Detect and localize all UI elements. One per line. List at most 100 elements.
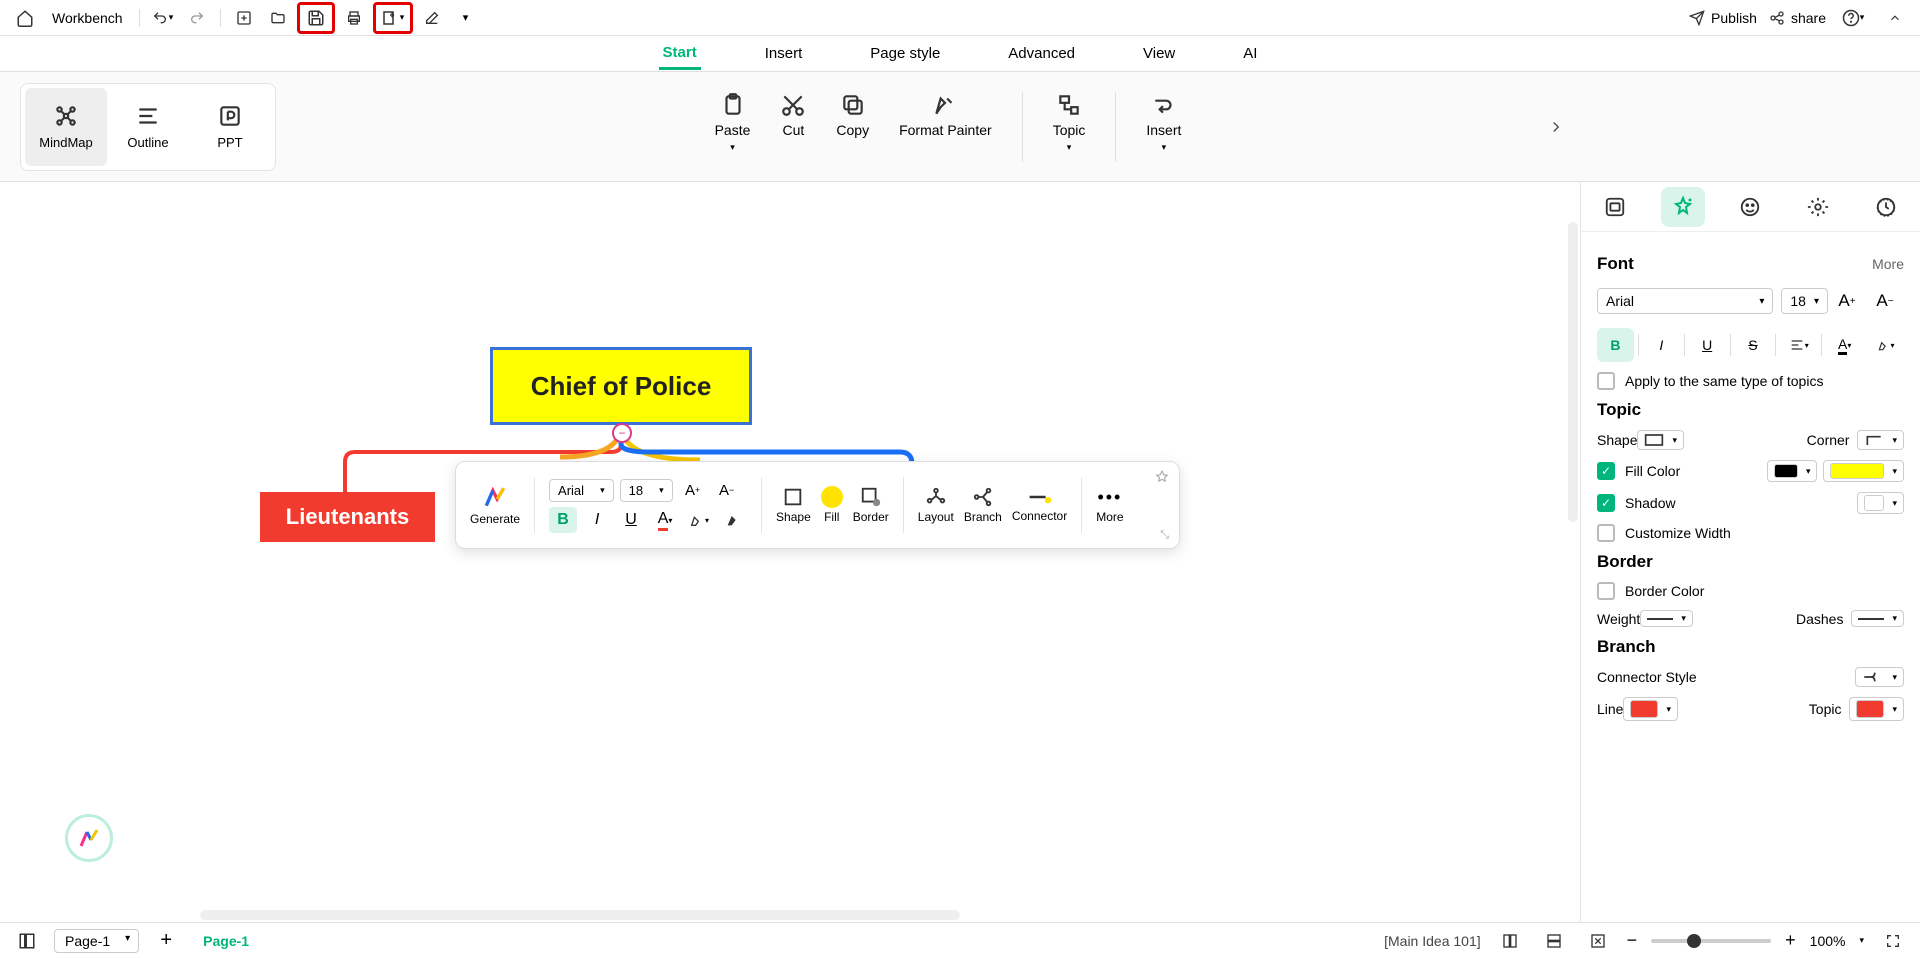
float-font-color[interactable]: A▾ xyxy=(651,507,679,533)
workbench-label[interactable]: Workbench xyxy=(52,10,123,26)
float-font-select[interactable]: Arial▾ xyxy=(549,479,614,502)
menu-ai[interactable]: AI xyxy=(1239,39,1261,68)
font-more-link[interactable]: More xyxy=(1872,256,1904,272)
menu-page-style[interactable]: Page style xyxy=(866,39,944,68)
font-size-select[interactable]: 18▾ xyxy=(1781,288,1828,314)
increase-font[interactable]: A+ xyxy=(1828,284,1866,318)
node-lieutenants[interactable]: Lieutenants xyxy=(260,492,435,542)
fit-view[interactable] xyxy=(1583,928,1613,954)
decrease-font[interactable]: A− xyxy=(1866,284,1904,318)
new-button[interactable] xyxy=(229,5,259,31)
float-size-select[interactable]: 18▾ xyxy=(620,479,673,502)
float-highlight[interactable]: ▾ xyxy=(685,507,713,533)
pin-icon[interactable] xyxy=(1155,470,1169,484)
cut-button[interactable]: Cut xyxy=(780,92,806,162)
scrollbar-horizontal[interactable] xyxy=(200,910,960,920)
strikethrough-button[interactable]: S xyxy=(1735,328,1772,362)
print-button[interactable] xyxy=(339,5,369,31)
italic-button[interactable]: I xyxy=(1643,328,1680,362)
tab-settings[interactable] xyxy=(1796,187,1840,227)
view-outline[interactable]: Outline xyxy=(107,88,189,166)
line-color-select[interactable]: ▾ xyxy=(1623,697,1678,721)
add-page-button[interactable]: + xyxy=(151,928,181,954)
tab-history[interactable] xyxy=(1864,187,1908,227)
border-color-checkbox[interactable] xyxy=(1597,582,1615,600)
float-shape[interactable]: Shape xyxy=(776,486,811,524)
float-branch[interactable]: Branch xyxy=(964,486,1002,524)
canvas[interactable]: Chief of Police − Lieutenants Generate A… xyxy=(0,182,1580,922)
font-color-button[interactable]: A▾ xyxy=(1826,328,1863,362)
float-underline[interactable]: U xyxy=(617,507,645,533)
zoom-level[interactable]: 100% xyxy=(1810,933,1846,949)
float-clear-format[interactable] xyxy=(719,507,747,533)
publish-button[interactable]: Publish xyxy=(1689,10,1757,26)
dashes-select[interactable]: ▾ xyxy=(1851,610,1904,627)
view-ppt[interactable]: PPT xyxy=(189,88,271,166)
font-family-select[interactable]: Arial▾ xyxy=(1597,288,1773,314)
tab-ai-style[interactable] xyxy=(1661,187,1705,227)
fill-color-checkbox[interactable]: ✓ xyxy=(1597,462,1615,480)
shape-select[interactable]: ▾ xyxy=(1637,430,1684,450)
resize-handle[interactable]: ⤡ xyxy=(1160,529,1169,542)
custom-width-checkbox[interactable] xyxy=(1597,524,1615,542)
topic-button[interactable]: Topic ▾ xyxy=(1053,92,1086,162)
float-connector[interactable]: Connector xyxy=(1012,487,1067,523)
zoom-in[interactable]: + xyxy=(1785,930,1796,951)
highlight-button[interactable]: ▾ xyxy=(1867,328,1904,362)
fill-preset-select[interactable]: ▾ xyxy=(1767,460,1818,482)
shadow-color-select[interactable]: ▾ xyxy=(1857,492,1904,514)
connector-style-select[interactable]: ▾ xyxy=(1855,667,1904,687)
page-select[interactable]: Page-1▾ xyxy=(54,929,139,953)
scrollbar-vertical[interactable] xyxy=(1568,222,1578,522)
pages-panel-button[interactable] xyxy=(12,928,42,954)
more-dropdown[interactable]: ▾ xyxy=(451,5,481,31)
align-button[interactable]: ▾ xyxy=(1780,328,1817,362)
edit-button[interactable] xyxy=(417,5,447,31)
export-button[interactable]: ▾ xyxy=(373,2,413,34)
redo-button[interactable] xyxy=(182,5,212,31)
node-root[interactable]: Chief of Police xyxy=(490,347,752,425)
home-icon[interactable] xyxy=(10,5,40,31)
zoom-out[interactable]: − xyxy=(1627,930,1638,951)
tab-style[interactable] xyxy=(1593,187,1637,227)
share-button[interactable]: share xyxy=(1769,10,1826,26)
save-button[interactable] xyxy=(297,2,335,34)
generate-button[interactable]: Generate xyxy=(470,484,520,526)
format-painter-button[interactable]: Format Painter xyxy=(899,92,992,162)
open-button[interactable] xyxy=(263,5,293,31)
menu-start[interactable]: Start xyxy=(659,38,701,70)
fullscreen-button[interactable] xyxy=(1878,928,1908,954)
layout-view-1[interactable] xyxy=(1495,928,1525,954)
weight-select[interactable]: ▾ xyxy=(1640,610,1693,627)
collapse-button[interactable] xyxy=(1880,5,1910,31)
float-layout[interactable]: Layout xyxy=(918,486,954,524)
copy-button[interactable]: Copy xyxy=(836,92,869,162)
menu-view[interactable]: View xyxy=(1139,39,1179,68)
menu-advanced[interactable]: Advanced xyxy=(1004,39,1079,68)
float-italic[interactable]: I xyxy=(583,507,611,533)
float-fill[interactable]: Fill xyxy=(821,486,843,524)
float-increase-font[interactable]: A+ xyxy=(679,477,707,503)
layout-view-2[interactable] xyxy=(1539,928,1569,954)
topic-color-select[interactable]: ▾ xyxy=(1849,697,1904,721)
fill-color-select[interactable]: ▾ xyxy=(1823,460,1904,482)
float-more[interactable]: •••More xyxy=(1096,487,1123,524)
menu-insert[interactable]: Insert xyxy=(761,39,807,68)
float-bold[interactable]: B xyxy=(549,507,577,533)
panel-collapse-icon[interactable] xyxy=(1547,118,1565,136)
zoom-slider[interactable] xyxy=(1651,939,1771,943)
undo-button[interactable]: ▾ xyxy=(148,5,178,31)
bold-button[interactable]: B xyxy=(1597,328,1634,362)
insert-button[interactable]: Insert ▾ xyxy=(1146,92,1181,162)
paste-button[interactable]: Paste ▾ xyxy=(715,92,751,162)
float-decrease-font[interactable]: A− xyxy=(713,477,741,503)
shadow-checkbox[interactable]: ✓ xyxy=(1597,494,1615,512)
float-border[interactable]: Border xyxy=(853,486,889,524)
page-tab[interactable]: Page-1 xyxy=(193,933,259,949)
collapse-toggle[interactable]: − xyxy=(612,423,632,443)
corner-select[interactable]: ▾ xyxy=(1857,430,1904,450)
view-mindmap[interactable]: MindMap xyxy=(25,88,107,166)
apply-same-type-checkbox[interactable] xyxy=(1597,372,1615,390)
help-button[interactable]: ▾ xyxy=(1838,5,1868,31)
ai-assistant-badge[interactable] xyxy=(65,814,113,862)
